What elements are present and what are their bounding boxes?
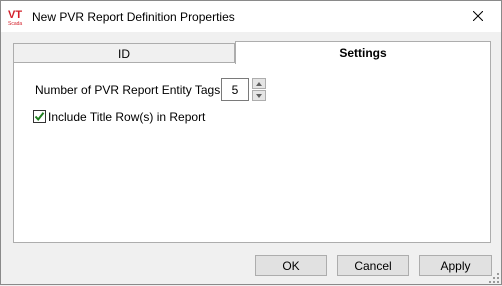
arrow-up-icon (256, 81, 262, 86)
include-title-label: Include Title Row(s) in Report (48, 110, 206, 124)
tab-settings-label: Settings (339, 46, 387, 60)
tab-id[interactable]: ID (13, 43, 235, 63)
apply-button[interactable]: Apply (419, 255, 492, 276)
cancel-button[interactable]: Cancel (337, 255, 409, 276)
title-bar[interactable]: VT Scada New PVR Report Definition Prope… (1, 1, 501, 32)
spin-up-button[interactable] (252, 78, 266, 89)
tab-settings[interactable]: Settings (235, 41, 491, 64)
svg-text:VT: VT (8, 9, 22, 21)
checkmark-icon (34, 112, 45, 122)
app-icon: VT Scada (8, 7, 26, 27)
entity-tags-input[interactable]: 5 (221, 78, 249, 101)
resize-grip-icon[interactable] (489, 272, 499, 283)
svg-text:Scada: Scada (8, 21, 22, 27)
dialog-window: VT Scada New PVR Report Definition Prope… (0, 0, 502, 285)
cancel-button-label: Cancel (354, 258, 392, 273)
entity-tags-label: Number of PVR Report Entity Tags (35, 83, 221, 97)
ok-button-label: OK (282, 258, 300, 273)
window-title: New PVR Report Definition Properties (32, 10, 235, 24)
entity-tags-spinner (252, 78, 266, 101)
arrow-down-icon (256, 93, 262, 98)
close-button[interactable] (455, 1, 501, 32)
spin-down-button[interactable] (252, 90, 266, 101)
settings-panel: Number of PVR Report Entity Tags 5 Inclu… (13, 62, 491, 243)
ok-button[interactable]: OK (255, 255, 327, 276)
tab-id-label: ID (118, 46, 130, 61)
include-title-checkbox[interactable] (33, 110, 46, 123)
apply-button-label: Apply (440, 258, 471, 273)
close-icon (472, 10, 484, 24)
tab-strip: ID Settings (13, 41, 491, 64)
entity-tags-value: 5 (231, 82, 239, 97)
